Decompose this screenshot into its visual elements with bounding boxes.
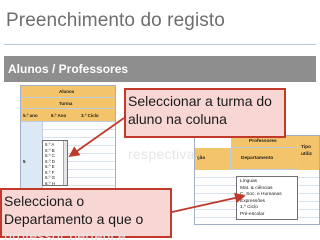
col-header-5ano: 5.º ano: [23, 113, 38, 118]
turma-callout-text: Seleccionar a turma do aluno na coluna: [128, 93, 272, 127]
department-callout-text: Selecciona o Departamento a que o: [4, 193, 144, 227]
table-row: [21, 122, 115, 130]
dropdown-option[interactable]: Expressões: [240, 199, 265, 204]
col-header-3ciclo: 3.º Ciclo: [81, 113, 99, 118]
table-row: [21, 162, 115, 170]
table-cell: [21, 138, 43, 146]
department-callout-overflow-text: professor pertence: [4, 228, 127, 240]
header-turma: Turma: [59, 101, 73, 106]
header-alunos: Alunos: [59, 89, 75, 94]
header-professores: Professores: [249, 139, 277, 144]
col-header-6ano: 6.º Ano: [51, 113, 67, 118]
dropdown-scrollbar[interactable]: [63, 141, 67, 185]
table-cell: [21, 170, 43, 178]
table-cell: [21, 178, 43, 186]
header-utiliz: utiliz: [301, 152, 312, 157]
dropdown-option[interactable]: 6.º F: [45, 170, 54, 175]
dropdown-option[interactable]: 1.º Ciclo: [240, 205, 258, 210]
header-departamento: Departamento: [241, 156, 274, 161]
slide-subtitle: Alunos / Professores: [8, 62, 129, 76]
dropdown-option[interactable]: 6.º D: [45, 159, 55, 164]
table-row: [21, 146, 115, 154]
dropdown-option[interactable]: Línguas: [240, 179, 257, 184]
header-tipo: Tipo: [301, 145, 312, 150]
table-row: [21, 178, 115, 186]
table-row: [21, 130, 115, 138]
title-divider: [4, 44, 316, 45]
dropdown-option[interactable]: 6.º C: [45, 153, 55, 158]
dropdown-option[interactable]: Mat. & ciências: [240, 186, 273, 191]
slide-title: Preenchimento do registo: [6, 10, 225, 31]
dropdown-option[interactable]: 6.º G: [45, 175, 55, 180]
table-row: [21, 138, 115, 146]
table-cell: [21, 146, 43, 154]
dropdown-option[interactable]: C. Soc. e Humanas: [240, 192, 282, 197]
dropdown-option[interactable]: 6.º H: [45, 181, 55, 186]
table-row: [21, 154, 115, 162]
dropdown-option[interactable]: 6.º E: [45, 164, 55, 169]
dropdown-option[interactable]: 6.º A: [45, 142, 54, 147]
table-cell: [21, 122, 43, 130]
row-label: 5: [23, 159, 26, 164]
dropdown-option[interactable]: Pré-escolar: [240, 212, 265, 217]
dropdown-option[interactable]: 6.º B: [45, 148, 55, 153]
table-row: [21, 170, 115, 178]
department-dropdown-list[interactable]: Línguas Mat. & ciências C. Soc. e Humana…: [236, 176, 298, 220]
table-cell: [21, 130, 43, 138]
turma-callout-overflow-text: respectiva.: [128, 146, 199, 162]
turma-dropdown-list[interactable]: 6.º A 6.º B 6.º C 6.º D 6.º E 6.º F 6.º …: [42, 140, 68, 186]
